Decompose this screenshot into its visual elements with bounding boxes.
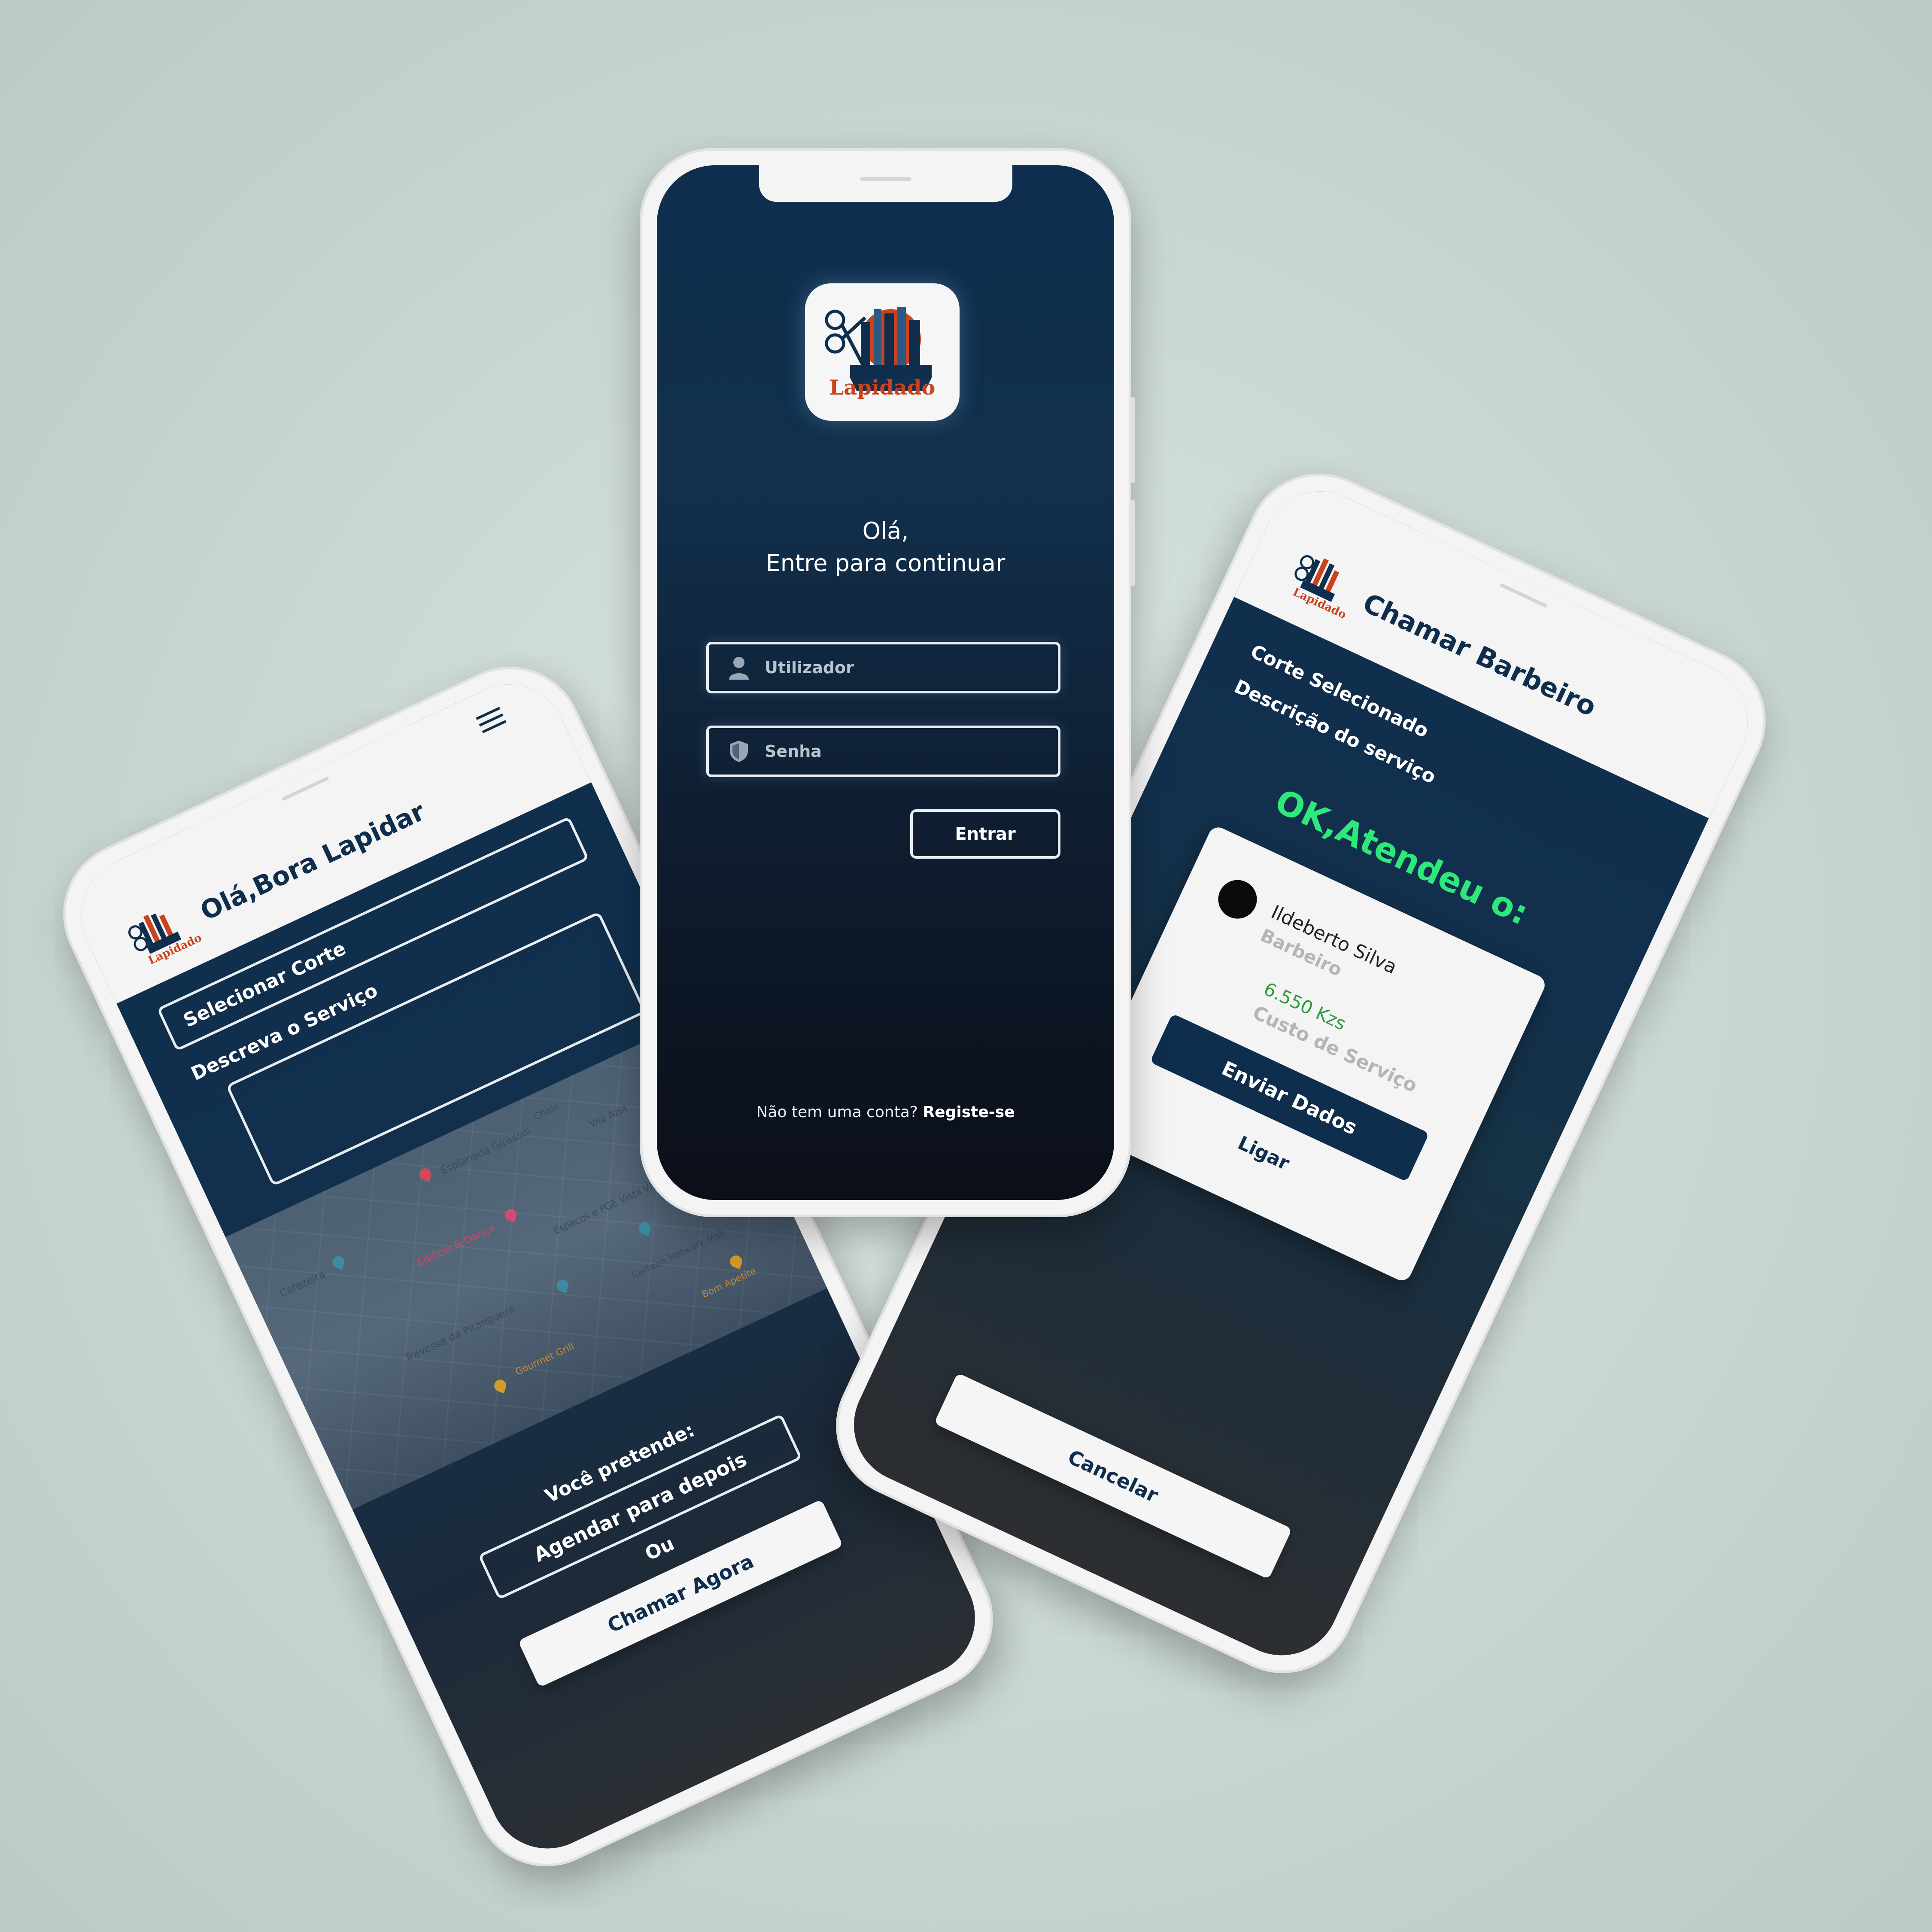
map-label: Vila Azul <box>588 1103 629 1130</box>
map-pin-icon[interactable] <box>417 1166 433 1182</box>
map-pin-icon[interactable] <box>503 1207 519 1223</box>
map-pin-icon[interactable] <box>331 1254 346 1270</box>
map-label: Travessa da Pitanguera <box>403 1303 517 1364</box>
logo-basket-icon <box>825 307 932 391</box>
cancel-label: Cancelar <box>1064 1445 1162 1507</box>
register-link[interactable]: Registe-se <box>923 1103 1015 1121</box>
barber-avatar <box>1212 873 1264 925</box>
map-label: Gourmet Grill <box>513 1341 576 1378</box>
map-pin-icon[interactable] <box>492 1378 508 1394</box>
app-logo: Lapidado <box>1275 539 1357 622</box>
user-icon <box>726 655 752 680</box>
app-logo: Lapidado <box>112 896 204 974</box>
map-label: Chalé <box>532 1101 561 1123</box>
password-placeholder: Senha <box>765 742 822 761</box>
enter-label: Entrar <box>955 824 1016 844</box>
register-prompt: Não tem uma conta? Registe-se <box>657 1103 1114 1121</box>
username-placeholder: Utilizador <box>765 658 854 677</box>
map-pin-icon[interactable] <box>728 1254 744 1270</box>
map-label: Cafezeira <box>278 1268 327 1300</box>
logo-text: Lapidado <box>829 376 936 400</box>
username-input[interactable]: Utilizador <box>706 642 1060 693</box>
call-link[interactable]: Ligar <box>1234 1132 1293 1175</box>
password-input[interactable]: Senha <box>706 726 1060 777</box>
hamburger-menu-icon[interactable] <box>476 707 507 733</box>
enter-button[interactable]: Entrar <box>910 809 1060 859</box>
send-data-label: Enviar Dados <box>1218 1056 1361 1139</box>
no-account-text: Não tem uma conta? <box>756 1103 918 1121</box>
or-label: Ou <box>641 1532 678 1565</box>
call-now-label: Chamar Agora <box>604 1549 757 1637</box>
side-button <box>1130 397 1135 483</box>
map-label: Cartoon Network Mall <box>629 1228 727 1281</box>
cancel-button[interactable]: Cancelar <box>934 1373 1292 1580</box>
greeting-line-2: Entre para continuar <box>766 550 1005 577</box>
map-label: Edifício & Dança <box>415 1222 497 1269</box>
map-label: Bom Apetite <box>700 1266 758 1300</box>
map-pin-icon[interactable] <box>555 1278 571 1294</box>
map-pin-icon[interactable] <box>637 1220 653 1236</box>
app-logo: Lapidado <box>805 283 960 421</box>
mockup-canvas: { "login": { "greeting_line1": "Olá,", "… <box>0 0 1932 1932</box>
call-header: Lapidado Chamar Barbeiro <box>1234 472 1767 818</box>
side-button <box>1130 500 1135 586</box>
greeting-line-1: Olá, <box>862 517 909 544</box>
shield-icon <box>726 738 752 764</box>
phone-login: Lapidado Olá, Entre para continuar Utili… <box>640 148 1135 1217</box>
map-label: Esplanada Girassol <box>438 1124 533 1177</box>
notch <box>759 165 1012 202</box>
login-screen: Lapidado Olá, Entre para continuar Utili… <box>657 165 1114 1200</box>
